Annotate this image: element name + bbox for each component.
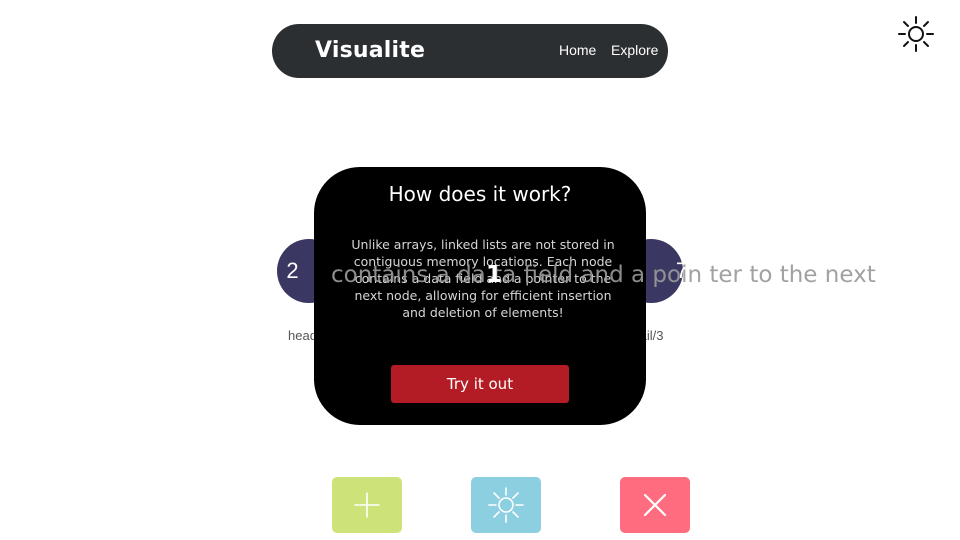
sun-icon — [488, 487, 524, 523]
theme-toggle-button[interactable] — [896, 14, 936, 54]
nav-link-home[interactable]: Home — [559, 42, 596, 58]
nav-link-explore[interactable]: Explore — [611, 42, 658, 58]
plus-icon — [354, 492, 380, 518]
app-stage: Visualite Home Explore 2 7 head/0 tail/3 — [0, 0, 960, 540]
modal-title: How does it work? — [388, 182, 572, 206]
navbar: Visualite Home Explore — [272, 24, 668, 78]
add-node-button[interactable] — [332, 477, 402, 533]
overlay-node-value: 1 — [486, 262, 503, 288]
node-value: 7 — [675, 258, 689, 283]
brand-logo[interactable]: Visualite — [315, 38, 425, 63]
delete-node-button[interactable] — [620, 477, 690, 533]
try-it-out-button[interactable]: Try it out — [391, 365, 569, 403]
sun-icon — [898, 16, 934, 52]
node-value: 2 — [286, 258, 299, 283]
toggle-mode-button[interactable] — [471, 477, 541, 533]
close-icon — [643, 493, 667, 517]
info-modal: How does it work? Unlike arrays, linked … — [314, 167, 646, 425]
modal-body: Unlike arrays, linked lists are not stor… — [351, 237, 615, 320]
